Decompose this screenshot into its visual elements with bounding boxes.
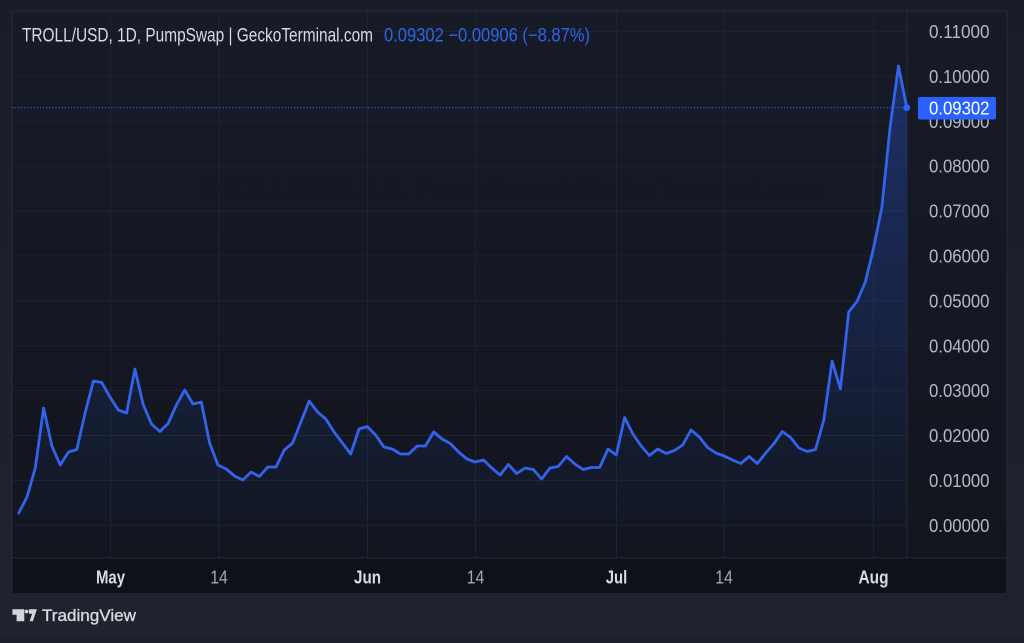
svg-text:0.01000: 0.01000	[929, 471, 990, 491]
svg-text:Aug: Aug	[859, 568, 889, 588]
svg-text:14: 14	[715, 568, 733, 588]
svg-text:0.04000: 0.04000	[929, 336, 990, 356]
svg-text:0.07000: 0.07000	[929, 202, 990, 222]
svg-text:TROLL/USD, 1D, PumpSwap | Geck: TROLL/USD, 1D, PumpSwap | GeckoTerminal.…	[22, 26, 373, 47]
svg-text:0.06000: 0.06000	[929, 247, 990, 267]
svg-text:Jul: Jul	[606, 568, 628, 588]
svg-text:0.11000: 0.11000	[929, 22, 990, 42]
svg-text:Jun: Jun	[354, 568, 381, 588]
svg-text:May: May	[96, 568, 125, 588]
svg-text:0.03000: 0.03000	[929, 381, 990, 401]
svg-text:14: 14	[467, 568, 485, 588]
svg-text:0.10000: 0.10000	[929, 67, 990, 87]
svg-text:TradingView: TradingView	[42, 606, 137, 625]
svg-text:0.09302 −0.00906 (−8.87%): 0.09302 −0.00906 (−8.87%)	[384, 26, 590, 47]
svg-text:0.08000: 0.08000	[929, 157, 990, 177]
svg-text:0.02000: 0.02000	[929, 426, 990, 446]
svg-text:TROLL/USD, 1D, PumpSwap | Geck: TROLL/USD, 1D, PumpSwap | GeckoTerminal.…	[199, 178, 819, 200]
svg-text:0.09302: 0.09302	[929, 99, 990, 119]
svg-text:0.05000: 0.05000	[929, 291, 990, 311]
svg-text:14: 14	[210, 568, 228, 588]
svg-text:0.00000: 0.00000	[929, 516, 990, 536]
